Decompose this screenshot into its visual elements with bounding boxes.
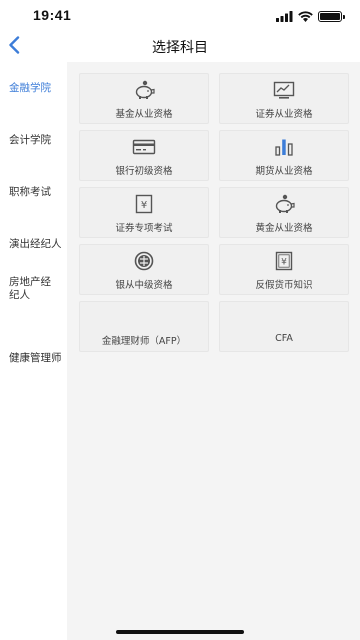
subject-card-securities[interactable]: 证券从业资格 xyxy=(219,73,349,124)
subject-grid: 基金从业资格 证券从业资格 银行初级资格 期货从业资格 ¥ 证券专项考试 黄金从… xyxy=(79,73,349,352)
signal-icon xyxy=(276,7,293,26)
subject-card-fund[interactable]: 基金从业资格 xyxy=(79,73,209,124)
battery-icon xyxy=(318,10,345,22)
wifi-icon xyxy=(298,7,313,26)
sidebar-item-health-manager[interactable]: 健康管理师 xyxy=(0,332,67,384)
subject-label: 反假货币知识 xyxy=(255,280,313,291)
banknote-yuan-icon: ¥ xyxy=(220,251,348,271)
sidebar-item-finance[interactable]: 金融学院 xyxy=(0,62,67,114)
status-time: 19:41 xyxy=(33,7,72,23)
piggy-bank-icon xyxy=(80,80,208,100)
home-indicator[interactable] xyxy=(116,630,244,634)
piggy-bank-icon xyxy=(220,194,348,214)
subject-card-anti-counterfeit[interactable]: ¥ 反假货币知识 xyxy=(219,244,349,295)
subject-card-cfa[interactable]: CFA xyxy=(219,301,349,352)
status-icons xyxy=(276,10,345,22)
subject-label: 证券从业资格 xyxy=(255,109,313,120)
sidebar-item-real-estate-broker[interactable]: 房地产经纪人 xyxy=(0,270,67,332)
sidebar-item-label: 金融学院 xyxy=(9,81,51,94)
sidebar-item-accounting[interactable]: 会计学院 xyxy=(0,114,67,166)
subject-label: CFA xyxy=(275,333,293,344)
svg-text:¥: ¥ xyxy=(281,258,287,268)
subject-card-gold[interactable]: 黄金从业资格 xyxy=(219,187,349,238)
sidebar-item-professional-title[interactable]: 职称考试 xyxy=(0,166,67,218)
sidebar-item-label: 房地产经纪人 xyxy=(9,276,51,301)
stock-chart-icon xyxy=(220,80,348,100)
bank-card-icon xyxy=(80,137,208,157)
subject-panel: 基金从业资格 证券从业资格 银行初级资格 期货从业资格 ¥ 证券专项考试 黄金从… xyxy=(67,62,360,640)
subject-label: 期货从业资格 xyxy=(255,166,313,177)
subject-card-afp[interactable]: 金融理财师（AFP） xyxy=(79,301,209,352)
subject-label: 基金从业资格 xyxy=(115,109,173,120)
page-title: 选择科目 xyxy=(152,40,208,56)
subject-card-securities-special[interactable]: ¥ 证券专项考试 xyxy=(79,187,209,238)
bar-chart-icon xyxy=(220,137,348,157)
sidebar-item-label: 会计学院 xyxy=(9,133,51,146)
svg-text:¥: ¥ xyxy=(141,200,147,211)
nav-bar: 选择科目 xyxy=(0,32,360,62)
subject-label: 黄金从业资格 xyxy=(255,223,313,234)
sidebar-item-performance-broker[interactable]: 演出经纪人 xyxy=(0,218,67,270)
receipt-yuan-icon: ¥ xyxy=(80,194,208,214)
status-bar: 19:41 xyxy=(0,0,360,32)
sidebar-item-label: 演出经纪人 xyxy=(9,237,62,250)
sidebar-item-label: 职称考试 xyxy=(9,185,51,198)
subject-label: 银行初级资格 xyxy=(115,166,173,177)
subject-card-bank-intermediate[interactable]: 银从中级资格 xyxy=(79,244,209,295)
subject-label: 银从中级资格 xyxy=(115,280,173,291)
subject-label: 金融理财师（AFP） xyxy=(101,336,187,347)
subject-card-bank[interactable]: 银行初级资格 xyxy=(79,130,209,181)
sidebar-item-label: 健康管理师 xyxy=(9,351,62,364)
coin-icon xyxy=(80,251,208,271)
subject-card-futures[interactable]: 期货从业资格 xyxy=(219,130,349,181)
sidebar: 金融学院 会计学院 职称考试 演出经纪人 房地产经纪人 健康管理师 xyxy=(0,62,67,640)
subject-label: 证券专项考试 xyxy=(115,223,173,234)
